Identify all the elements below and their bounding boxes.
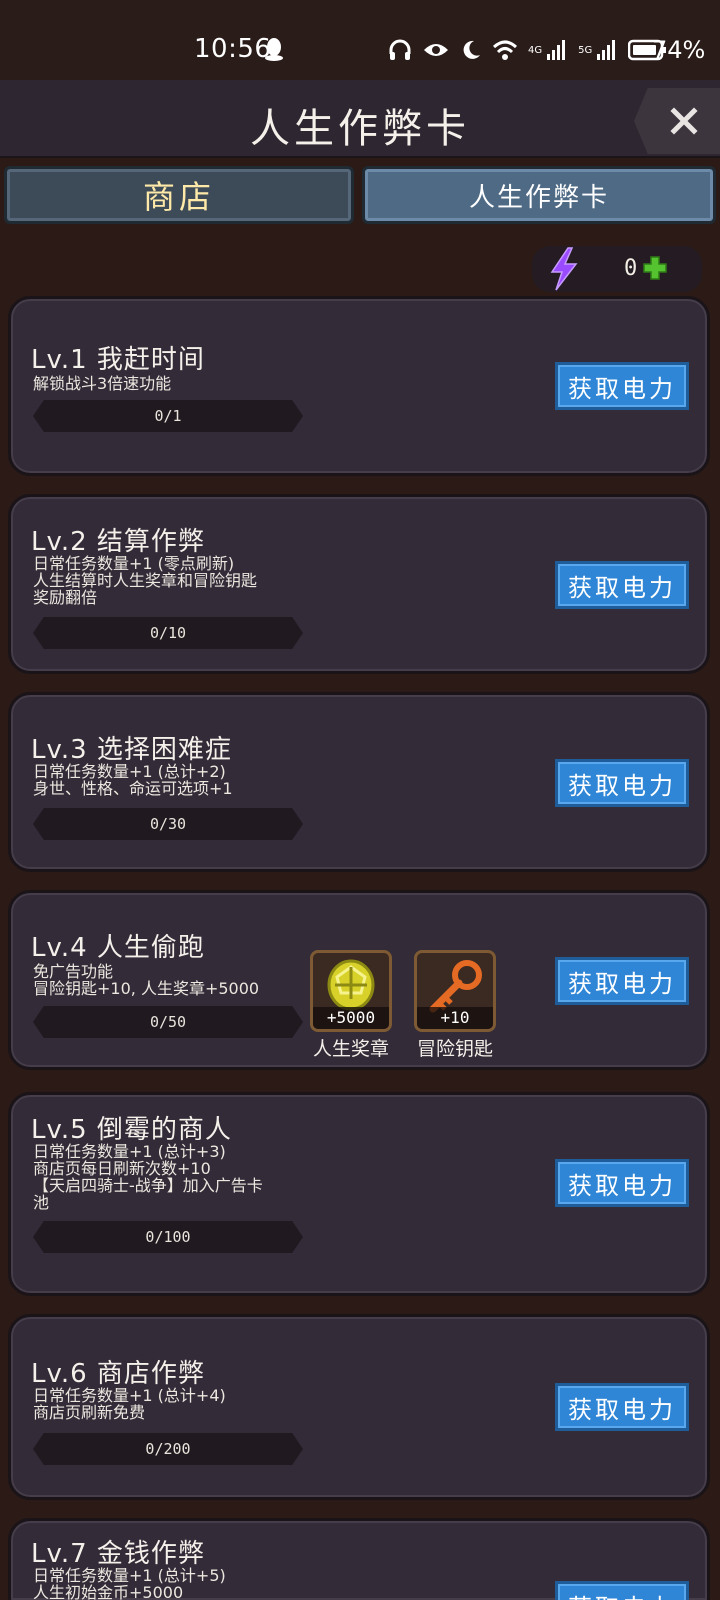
reward-medal-box: +5000 bbox=[310, 950, 392, 1032]
card-description: 日常任务数量+1 (总计+2) 身世、性格、命运可选项+1 bbox=[33, 763, 233, 797]
card-description: 日常任务数量+1 (总计+3) 商店页每日刷新次数+10 【天启四骑士-战争】加… bbox=[33, 1143, 263, 1211]
card-desc-line: 人生结算时人生奖章和冒险钥匙 bbox=[33, 571, 258, 590]
wifi-icon bbox=[492, 40, 518, 60]
card-level-title: Lv.4 人生偷跑 bbox=[31, 933, 205, 963]
card-progress-bar: 0/10 bbox=[33, 617, 303, 649]
medal-icon bbox=[327, 959, 375, 1011]
status-bar: 10:56 4G 5G 74% bbox=[0, 0, 720, 80]
cheat-card-lv2: Lv.2 结算作弊 日常任务数量+1 (零点刷新) 人生结算时人生奖章和冒险钥匙… bbox=[8, 494, 710, 674]
card-level-title: Lv.6 商店作弊 bbox=[31, 1359, 205, 1389]
card-desc-line: 日常任务数量+1 (总计+3) bbox=[33, 1142, 226, 1161]
reward-key-name: 冒险钥匙 bbox=[416, 1038, 493, 1060]
card-desc-line: 免广告功能 bbox=[33, 962, 114, 981]
signal-icon bbox=[547, 40, 566, 60]
reward-key-amount: +10 bbox=[417, 1007, 493, 1029]
get-energy-button[interactable]: 获取电力 bbox=[555, 1159, 689, 1207]
page-title: 人生作弊卡 bbox=[250, 106, 470, 152]
card-level-title: Lv.2 结算作弊 bbox=[31, 527, 205, 557]
card-description: 日常任务数量+1 (零点刷新) 人生结算时人生奖章和冒险钥匙 奖励翻倍 bbox=[33, 555, 257, 606]
card-desc-line: 商店页每日刷新次数+10 bbox=[33, 1159, 211, 1178]
card-level-title: Lv.5 倒霉的商人 bbox=[31, 1115, 232, 1145]
card-level-title: Lv.1 我赶时间 bbox=[31, 345, 205, 375]
card-level-title: Lv.3 选择困难症 bbox=[31, 735, 232, 765]
card-level-title: Lv.7 金钱作弊 bbox=[31, 1539, 205, 1569]
card-desc-line: 【天启四骑士-战争】加入广告卡 bbox=[33, 1176, 263, 1195]
energy-count: 0 bbox=[624, 256, 638, 281]
headphones-icon bbox=[389, 39, 411, 60]
card-progress-bar: 0/30 bbox=[33, 808, 303, 840]
card-description: 日常任务数量+1 (总计+5) 人生初始金币+5000 bbox=[33, 1567, 226, 1600]
status-icons: 4G 5G bbox=[388, 38, 668, 62]
card-desc-line: 日常任务数量+1 (总计+2) bbox=[33, 762, 226, 781]
card-progress-bar: 0/1 bbox=[33, 400, 303, 432]
reward-key-box: +10 bbox=[414, 950, 496, 1032]
signal-icon bbox=[597, 40, 616, 60]
moon-icon bbox=[463, 40, 480, 59]
get-energy-button[interactable]: 获取电力 bbox=[555, 1581, 689, 1600]
title-bar: 人生作弊卡 bbox=[0, 80, 720, 158]
reward-key[interactable]: +10 冒险钥匙 bbox=[414, 950, 496, 1061]
network-5g-label: 5G bbox=[578, 44, 593, 56]
close-button[interactable] bbox=[634, 88, 720, 154]
card-description: 免广告功能 冒险钥匙+10, 人生奖章+5000 bbox=[33, 963, 259, 997]
card-description: 日常任务数量+1 (总计+4) 商店页刷新免费 bbox=[33, 1387, 226, 1421]
tab-bar: 商店 人生作弊卡 bbox=[0, 162, 720, 226]
card-desc-line: 日常任务数量+1 (总计+5) bbox=[33, 1566, 226, 1585]
card-progress-bar: 0/100 bbox=[33, 1221, 303, 1253]
lightning-icon bbox=[550, 247, 578, 291]
eye-icon bbox=[424, 44, 448, 56]
close-icon bbox=[670, 107, 698, 135]
cheat-card-lv1: Lv.1 我赶时间 解锁战斗3倍速功能 0/1 获取电力 bbox=[8, 296, 710, 476]
reward-medal-amount: +5000 bbox=[313, 1007, 389, 1029]
card-desc-line: 日常任务数量+1 (总计+4) bbox=[33, 1386, 226, 1405]
cheat-card-lv7: Lv.7 金钱作弊 日常任务数量+1 (总计+5) 人生初始金币+5000 获取… bbox=[8, 1518, 710, 1600]
get-energy-button[interactable]: 获取电力 bbox=[555, 1383, 689, 1431]
card-desc-line: 人生初始金币+5000 bbox=[33, 1583, 184, 1600]
qq-notification-icon bbox=[265, 38, 283, 61]
battery-percent: 74% bbox=[652, 36, 706, 64]
key-icon bbox=[429, 960, 482, 1013]
cheat-card-lv6: Lv.6 商店作弊 日常任务数量+1 (总计+4) 商店页刷新免费 0/200 … bbox=[8, 1314, 710, 1500]
get-energy-button[interactable]: 获取电力 bbox=[555, 957, 689, 1005]
get-energy-button[interactable]: 获取电力 bbox=[555, 362, 689, 410]
cheat-card-lv5: Lv.5 倒霉的商人 日常任务数量+1 (总计+3) 商店页每日刷新次数+10 … bbox=[8, 1092, 710, 1296]
network-4g-label: 4G bbox=[528, 44, 543, 56]
card-progress-bar: 0/50 bbox=[33, 1006, 303, 1038]
tab-life-cheat-card[interactable]: 人生作弊卡 bbox=[362, 166, 716, 224]
add-energy-button[interactable] bbox=[642, 255, 668, 281]
card-desc-line: 商店页刷新免费 bbox=[33, 1403, 146, 1422]
get-energy-button[interactable]: 获取电力 bbox=[555, 759, 689, 807]
reward-medal[interactable]: +5000 人生奖章 bbox=[310, 950, 392, 1061]
energy-counter: 0 bbox=[532, 246, 702, 292]
tab-shop-label: 商店 bbox=[142, 178, 215, 216]
cheat-card-lv3: Lv.3 选择困难症 日常任务数量+1 (总计+2) 身世、性格、命运可选项+1… bbox=[8, 692, 710, 872]
card-desc-line: 身世、性格、命运可选项+1 bbox=[33, 779, 233, 798]
tab-shop[interactable]: 商店 bbox=[4, 166, 354, 224]
card-desc-line: 冒险钥匙+10, 人生奖章+5000 bbox=[33, 979, 260, 998]
reward-medal-name: 人生奖章 bbox=[312, 1038, 389, 1060]
card-desc-line: 奖励翻倍 bbox=[33, 588, 98, 607]
card-description: 解锁战斗3倍速功能 bbox=[33, 375, 171, 392]
card-desc-line: 池 bbox=[33, 1193, 50, 1212]
card-desc-line: 日常任务数量+1 (零点刷新) bbox=[33, 554, 235, 573]
card-desc-line: 解锁战斗3倍速功能 bbox=[33, 374, 172, 393]
get-energy-button[interactable]: 获取电力 bbox=[555, 561, 689, 609]
tab-life-cheat-card-label: 人生作弊卡 bbox=[468, 182, 609, 213]
card-progress-bar: 0/200 bbox=[33, 1433, 303, 1465]
status-time: 10:56 bbox=[194, 34, 272, 64]
